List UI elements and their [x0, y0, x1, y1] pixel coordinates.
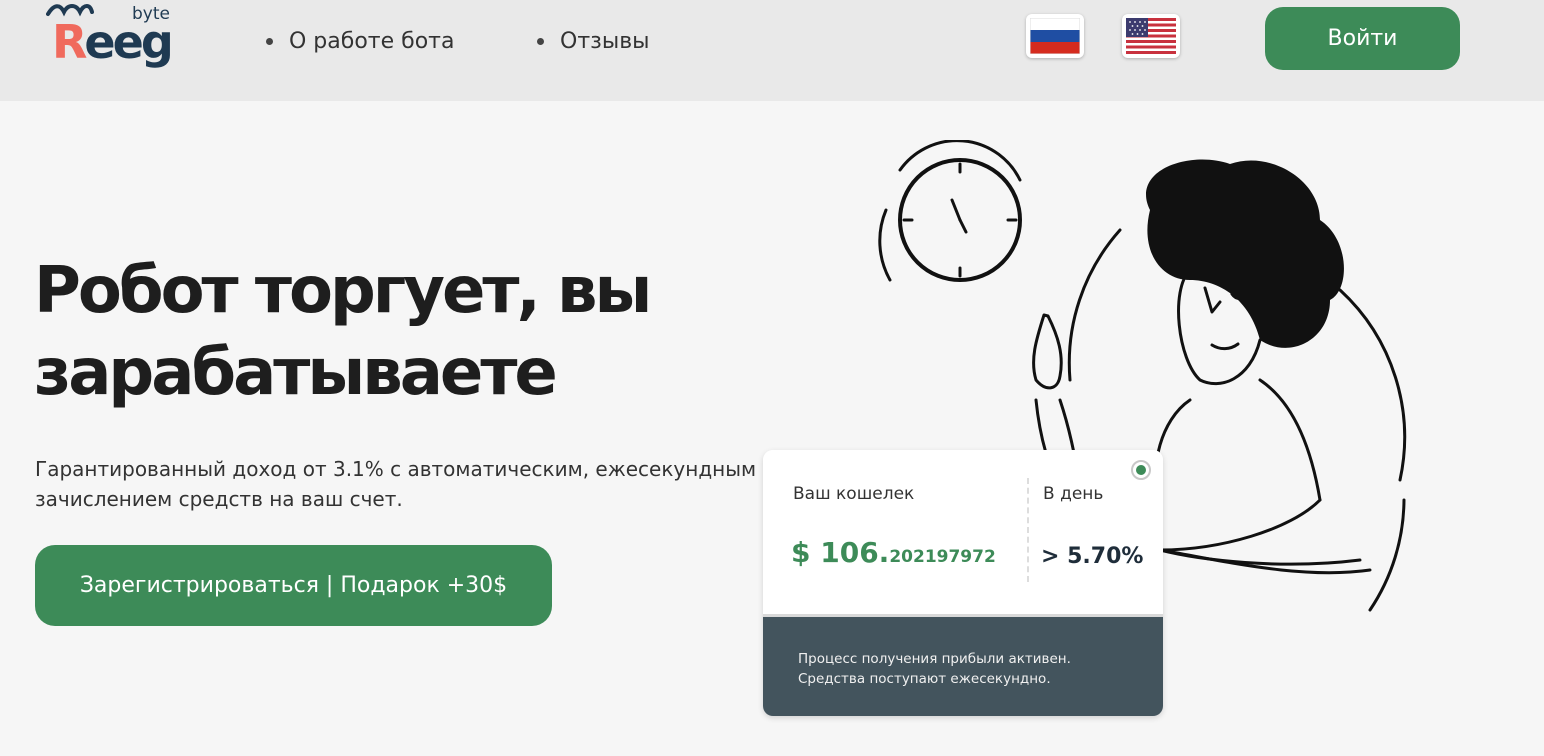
per-day-label: В день [1043, 484, 1104, 504]
register-button[interactable]: Зарегистрироваться | Подарок +30$ [35, 545, 552, 626]
logo-byte: byte [132, 4, 170, 24]
status-indicator-icon [1131, 460, 1151, 480]
russia-flag-icon [1030, 18, 1080, 54]
wallet-card-footer: Процесс получения прибыли активен. Средс… [763, 614, 1163, 716]
wallet-card: Ваш кошелек $ 106.202197972 В день > 5.7… [763, 450, 1163, 716]
bullet-icon [266, 37, 273, 45]
wallet-card-body: Ваш кошелек $ 106.202197972 В день > 5.7… [763, 450, 1163, 614]
hero-description: Гарантированный доход от 3.1% с автомати… [35, 457, 757, 511]
wallet-balance: $ 106.202197972 [791, 536, 996, 569]
wallet-balance-main: $ 106. [791, 536, 890, 569]
wallet-status-note: Процесс получения прибыли активен. Средс… [798, 651, 1071, 687]
nav-label: Отзывы [560, 28, 650, 54]
bullet-icon [537, 37, 544, 45]
usa-flag-icon [1126, 18, 1176, 54]
wallet-balance-fraction: 202197972 [889, 547, 996, 567]
login-button[interactable]: Войти [1265, 7, 1460, 70]
language-ru-button[interactable] [1026, 14, 1084, 58]
nav-item-reviews[interactable]: Отзывы [537, 26, 650, 56]
wallet-divider [1027, 478, 1029, 582]
logo-letter-r: R [52, 15, 87, 69]
wallet-label: Ваш кошелек [793, 484, 915, 504]
site-header: Reeg byte О работе бота Отзывы Войти [0, 0, 1544, 101]
nav-label: О работе бота [289, 28, 455, 54]
hero-title: Робот торгует, вы зарабатываете [34, 254, 652, 410]
logo[interactable]: Reeg byte [44, 2, 184, 74]
nav-item-about-bot[interactable]: О работе бота [266, 26, 454, 56]
per-day-value: > 5.70% [1041, 544, 1144, 569]
language-en-button[interactable] [1122, 14, 1180, 58]
